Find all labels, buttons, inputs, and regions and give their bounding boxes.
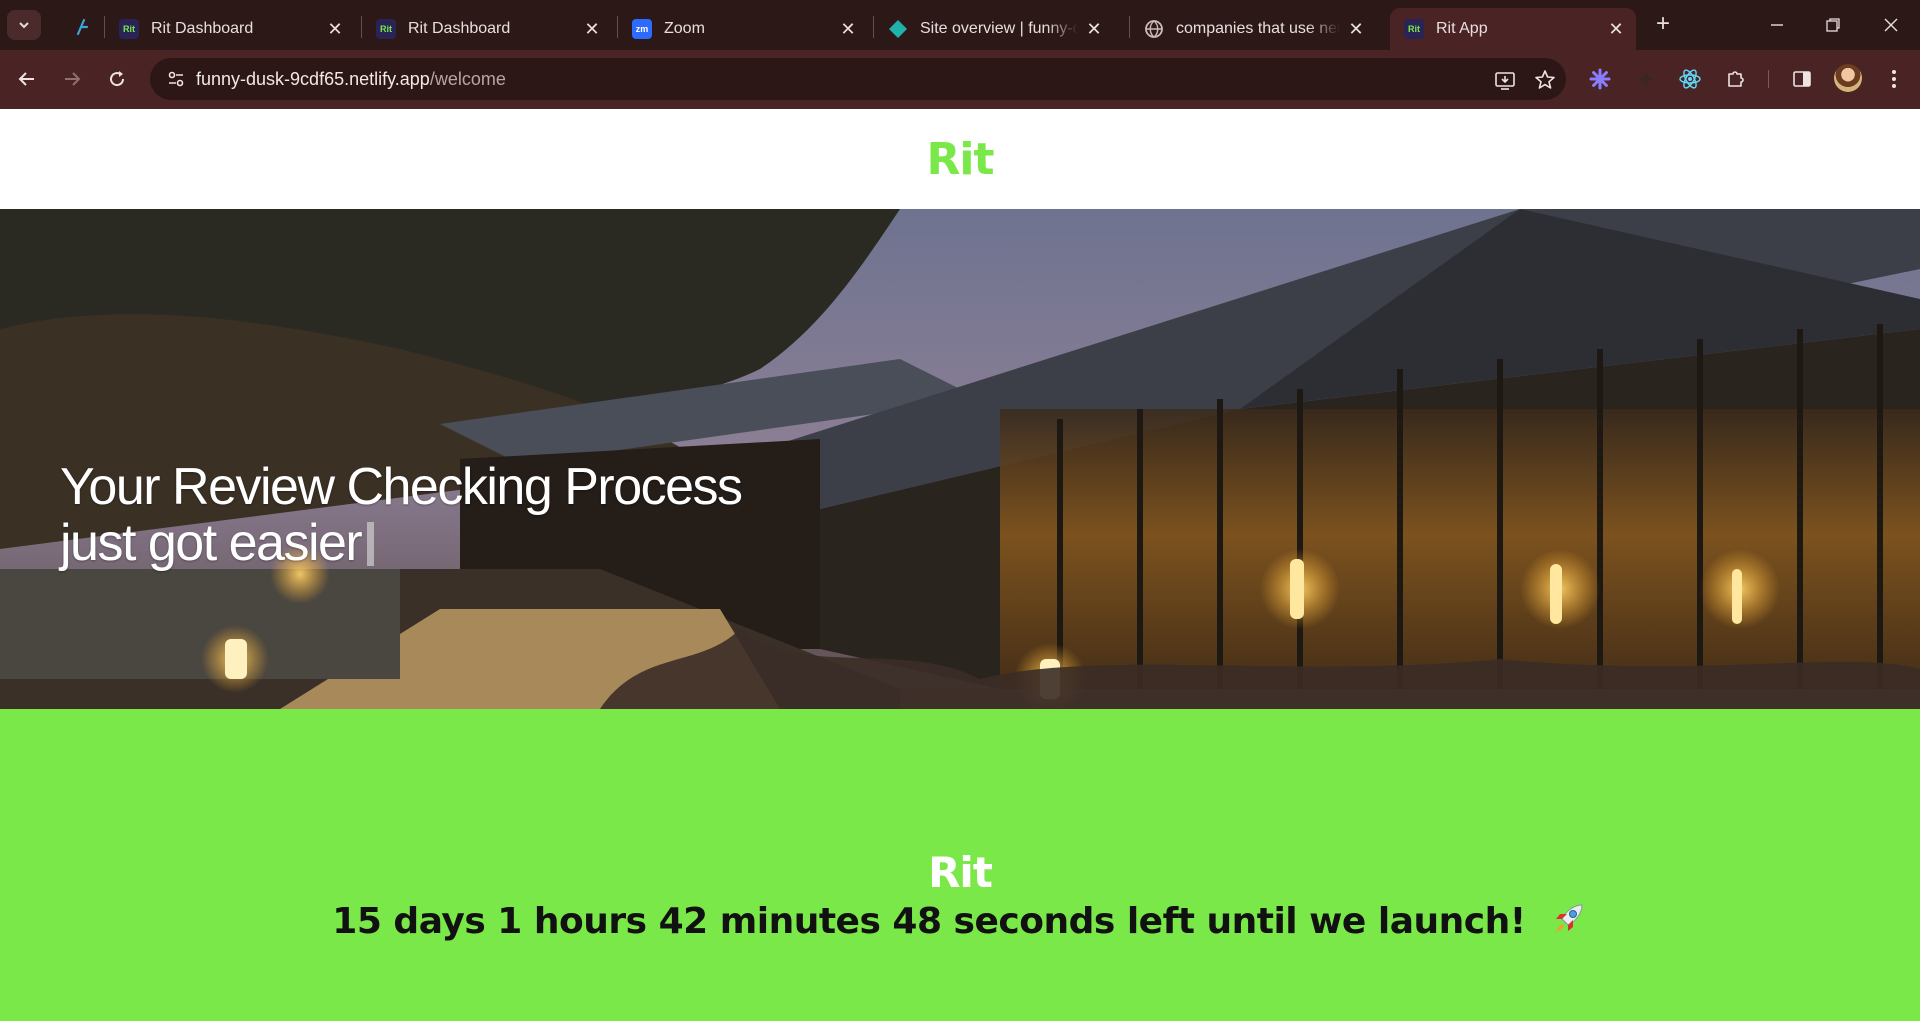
back-button[interactable] [10,62,44,96]
tab-search-button[interactable] [7,10,41,40]
countdown-container: 15 days 1 hours 42 minutes 48 seconds le… [0,899,1920,948]
rit-favicon: Rit [1404,19,1424,39]
tab-rit-dashboard-2[interactable]: Rit Rit Dashboard ✕ [362,8,612,50]
minimize-icon [1771,24,1783,26]
tab-rit-app[interactable]: Rit Rit App ✕ [1390,8,1636,50]
tab-title: Rit Dashboard [408,20,511,37]
rit-favicon: Rit [376,19,396,39]
netlify-icon [72,17,92,42]
site-info-icon[interactable] [164,67,188,91]
close-tab-icon[interactable]: ✕ [1606,19,1626,40]
address-bar[interactable]: funny-dusk-9cdf65.netlify.app/welcome [150,58,1566,100]
hero-banner: Your Review Checking Process just got ea… [0,209,1920,709]
tab-title: Rit Dashboard [151,20,254,37]
site-header: Rit [0,109,1920,209]
hero-headline: Your Review Checking Process just got ea… [60,458,743,572]
tab-title: companies that use netlify [1176,20,1340,37]
profile-avatar[interactable] [1834,64,1862,92]
launch-section: Rit 15 days 1 hours 42 minutes 48 second… [0,709,1920,1021]
tab-companies-netlify[interactable]: companies that use netlify ✕ [1130,8,1376,50]
tab-strip: Rit Rit Dashboard ✕ Rit Rit Dashboard ✕ … [0,0,1920,50]
restore-icon [1826,18,1840,32]
rit-logo[interactable]: Rit [927,134,995,185]
back-arrow-icon [18,72,34,86]
close-tab-icon[interactable]: ✕ [838,19,858,40]
react-devtools-icon[interactable] [1676,65,1704,93]
close-tab-icon[interactable]: ✕ [325,19,345,40]
url-path: /welcome [429,69,506,89]
new-tab-button[interactable]: + [1650,10,1676,40]
tab-site-overview[interactable]: Site overview | funny-dusk ✕ [874,8,1114,50]
forward-button[interactable] [55,62,89,96]
reload-button[interactable] [100,62,134,96]
extension-dark-icon[interactable] [1632,65,1660,93]
close-icon [1884,18,1898,32]
close-tab-icon[interactable]: ✕ [1346,19,1366,40]
side-panel-icon[interactable] [1788,65,1816,93]
bookmark-star-icon[interactable] [1532,67,1558,93]
menu-kebab-icon[interactable] [1880,65,1908,93]
minimize-button[interactable] [1754,8,1800,42]
rit-favicon: Rit [119,19,139,39]
url-text[interactable]: funny-dusk-9cdf65.netlify.app/welcome [196,69,506,90]
tab-netlify[interactable] [58,8,104,50]
browser-toolbar: funny-dusk-9cdf65.netlify.app/welcome [0,50,1920,109]
close-tab-icon[interactable]: ✕ [582,19,602,40]
chevron-down-icon [19,22,29,29]
close-window-button[interactable] [1868,8,1914,42]
restore-button[interactable] [1810,8,1856,42]
extension-sparkle-icon[interactable] [1586,65,1614,93]
hero-line-2: just got easier [60,514,363,572]
extensions-puzzle-icon[interactable] [1722,65,1750,93]
netlify-site-favicon [888,19,908,39]
tab-title: Zoom [664,20,705,37]
tab-title: Rit App [1436,20,1488,37]
zoom-favicon: zm [632,19,652,39]
launch-logo: Rit [928,848,993,897]
countdown-text: 15 days 1 hours 42 minutes 48 seconds le… [332,901,1526,942]
typing-cursor [367,522,375,566]
close-tab-icon[interactable]: ✕ [1084,19,1104,40]
forward-arrow-icon [65,72,81,86]
url-host: funny-dusk-9cdf65.netlify.app [196,69,430,89]
hero-line-1: Your Review Checking Process [60,458,743,516]
reload-icon [110,71,125,87]
install-app-icon[interactable] [1492,67,1518,93]
tab-title: Site overview | funny-dusk [920,20,1078,37]
rocket-icon [1548,899,1588,948]
toolbar-divider [1768,70,1769,88]
tab-rit-dashboard-1[interactable]: Rit Rit Dashboard ✕ [105,8,355,50]
globe-icon [1144,19,1164,39]
tab-zoom[interactable]: zm Zoom ✕ [618,8,868,50]
